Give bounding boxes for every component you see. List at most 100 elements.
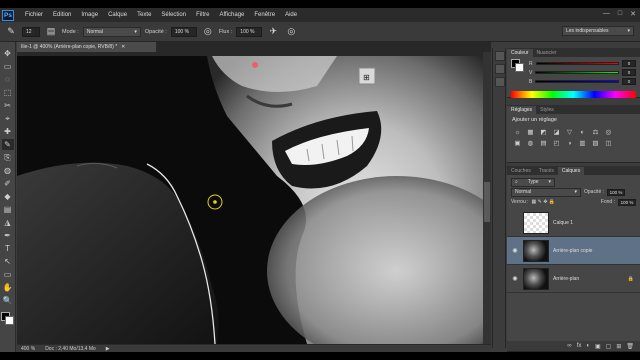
paint-bucket-tool-icon[interactable]: ◆ xyxy=(2,191,14,202)
layer-mask-icon[interactable]: ◐ xyxy=(586,343,590,349)
layer-filter-select[interactable]: ⌕ Type ▾ xyxy=(511,177,555,187)
pressure-size-icon[interactable]: ◎ xyxy=(284,25,298,39)
tab-styles[interactable]: Styles xyxy=(536,106,558,114)
brush-tool-icon[interactable]: ✎ xyxy=(1,139,14,150)
eye-icon[interactable]: ◉ xyxy=(511,247,519,254)
menu-item-6[interactable]: Filtre xyxy=(191,12,214,18)
adjustment-icon[interactable]: ▥ xyxy=(578,139,587,147)
path-select-tool-icon[interactable]: ↖ xyxy=(2,256,14,267)
brush-tool-preset-icon[interactable]: ✎ xyxy=(4,25,18,39)
tab-nuancier[interactable]: Nuancier xyxy=(533,49,561,57)
dodge-tool-icon[interactable]: ◮ xyxy=(2,217,14,228)
history-panel-icon[interactable] xyxy=(495,51,505,61)
healing-tool-icon[interactable]: ✚ xyxy=(2,126,14,137)
flow-field[interactable]: 100 % xyxy=(236,26,263,37)
adjustment-icon[interactable]: ◫ xyxy=(604,139,613,147)
adjustment-layer-icon[interactable]: ▣ xyxy=(595,343,601,350)
adjustment-icon[interactable]: ▨ xyxy=(591,139,600,147)
color-panel-swatches[interactable] xyxy=(511,59,525,73)
blend-mode-select[interactable]: Normal ▾ xyxy=(511,187,581,197)
menu-item-9[interactable]: Aide xyxy=(280,12,302,18)
tab-traces[interactable]: Tracés xyxy=(535,167,558,175)
delete-layer-icon[interactable]: 🗑 xyxy=(626,343,634,350)
tab-reglages[interactable]: Réglages xyxy=(507,106,537,114)
layer-opacity-field[interactable]: 100 % xyxy=(607,188,626,196)
menu-item-1[interactable]: Edition xyxy=(48,12,76,18)
eraser-tool-icon[interactable]: ✐ xyxy=(2,178,14,189)
new-layer-icon[interactable]: ⊞ xyxy=(616,343,621,350)
crop-tool-icon[interactable]: ✂ xyxy=(2,100,14,111)
background-color-swatch[interactable] xyxy=(4,316,14,325)
vertical-scrollbar[interactable] xyxy=(483,52,491,344)
image-canvas[interactable]: ⊞ xyxy=(17,56,483,344)
adjustment-icon[interactable]: ⚖ xyxy=(591,128,600,136)
menu-item-3[interactable]: Calque xyxy=(103,12,132,18)
adjustment-icon[interactable]: ◎ xyxy=(604,128,613,136)
layer-row[interactable]: ◉ Arrière-plan 🔒 xyxy=(507,265,640,293)
shape-tool-icon[interactable]: ▭ xyxy=(2,269,14,280)
airbrush-icon[interactable]: ✈ xyxy=(266,25,280,39)
color-spectrum-bar[interactable] xyxy=(511,91,636,98)
pressure-opacity-icon[interactable]: ◎ xyxy=(201,25,215,39)
menu-item-5[interactable]: Sélection xyxy=(156,12,191,18)
menu-item-0[interactable]: Fichier xyxy=(20,12,48,18)
mode-select[interactable]: Normal ▾ xyxy=(82,26,141,37)
status-arrow-icon[interactable]: ▶ xyxy=(106,346,110,352)
layer-row[interactable]: ◉ Arrière-plan copie xyxy=(507,237,640,265)
channel-slider[interactable] xyxy=(535,71,619,74)
tab-couches[interactable]: Couches xyxy=(507,167,535,175)
history-brush-tool-icon[interactable]: ◍ xyxy=(2,165,14,176)
opacity-field[interactable]: 100 % xyxy=(170,26,197,37)
adjustment-icon[interactable]: ▦ xyxy=(526,128,535,136)
link-layers-icon[interactable]: ∞ xyxy=(567,343,571,349)
channel-value[interactable]: 0 xyxy=(622,69,636,76)
gradient-tool-icon[interactable]: ▤ xyxy=(2,204,14,215)
adjustment-icon[interactable]: ▤ xyxy=(539,139,548,147)
type-tool-icon[interactable]: T xyxy=(2,243,14,254)
adjustment-icon[interactable]: ☼ xyxy=(513,128,522,136)
adjustment-icon[interactable]: ◪ xyxy=(552,128,561,136)
maximize-icon[interactable]: □ xyxy=(618,10,622,18)
hand-tool-icon[interactable]: ✋ xyxy=(2,282,14,293)
menu-item-8[interactable]: Fenêtre xyxy=(249,12,280,18)
lasso-tool-icon[interactable]: ◌ xyxy=(2,74,14,85)
close-icon[interactable]: ✕ xyxy=(630,10,636,18)
adjustment-icon[interactable]: ◍ xyxy=(526,139,535,147)
color-swatches[interactable] xyxy=(0,312,15,326)
close-tab-icon[interactable]: ✕ xyxy=(121,44,125,50)
lock-icons[interactable]: ▦ ✎ ✥ 🔒 xyxy=(532,199,556,205)
layer-fill-field[interactable]: 100 % xyxy=(618,198,636,206)
scroll-thumb[interactable] xyxy=(484,182,490,222)
menu-item-2[interactable]: Image xyxy=(76,12,103,18)
adjustment-icon[interactable]: ◑ xyxy=(565,139,574,147)
adjustment-icon[interactable]: ◰ xyxy=(552,139,561,147)
pen-tool-icon[interactable]: ✒ xyxy=(2,230,14,241)
eye-icon[interactable]: ◉ xyxy=(511,275,519,282)
channel-value[interactable]: 0 xyxy=(622,60,636,67)
workspace-select[interactable]: Les indispensables ▾ xyxy=(562,26,634,36)
adjustment-icon[interactable]: ▽ xyxy=(565,128,574,136)
marquee-tool-icon[interactable]: ▭ xyxy=(2,61,14,72)
eyedropper-tool-icon[interactable]: ⌖ xyxy=(2,113,14,124)
brush-panel-icon[interactable]: ▤ xyxy=(44,25,58,39)
menu-item-4[interactable]: Texte xyxy=(132,12,156,18)
layer-row[interactable]: Calque 1 xyxy=(507,209,640,237)
tab-couleur[interactable]: Couleur xyxy=(507,49,533,57)
channel-slider[interactable] xyxy=(535,80,619,83)
move-tool-icon[interactable]: ✥ xyxy=(2,48,14,59)
minimize-icon[interactable]: — xyxy=(603,10,610,18)
adjustment-icon[interactable]: ◐ xyxy=(578,128,587,136)
clone-stamp-tool-icon[interactable]: ⎘ xyxy=(2,152,14,163)
tab-calques[interactable]: Calques xyxy=(557,167,585,175)
info-panel-icon[interactable] xyxy=(495,77,505,87)
group-icon[interactable]: ▢ xyxy=(606,343,612,350)
document-tab[interactable]: Ilie-1 @ 400% (Arrière-plan copie, RVB/8… xyxy=(17,42,157,52)
properties-panel-icon[interactable] xyxy=(495,64,505,74)
zoom-tool-icon[interactable]: 🔍 xyxy=(2,295,14,306)
adjustment-icon[interactable]: ◩ xyxy=(539,128,548,136)
zoom-readout[interactable]: 400 % xyxy=(21,346,35,352)
channel-value[interactable]: 0 xyxy=(622,78,636,85)
menu-item-7[interactable]: Affichage xyxy=(214,12,249,18)
adjustment-icon[interactable]: ▣ xyxy=(513,139,522,147)
quick-select-tool-icon[interactable]: ⬚ xyxy=(2,87,14,98)
